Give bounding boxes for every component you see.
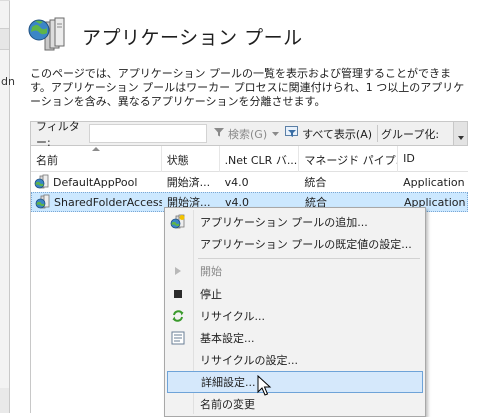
menu-item-label: 基本設定... (200, 332, 255, 345)
column-header-pipeline[interactable]: マネージド パイプ... (299, 146, 399, 172)
app-pool-icon (28, 16, 68, 56)
menu-item-label: アプリケーション プールの追加... (200, 216, 368, 229)
menu-item-label: 詳細設定... (201, 376, 256, 389)
overflow-arrow-icon (458, 136, 464, 140)
pool-status: 開始済... (166, 176, 211, 189)
dropdown-arrow-icon[interactable] (272, 127, 280, 140)
show-all-icon (285, 125, 300, 142)
menu-item-set-defaults[interactable]: アプリケーション プールの既定値の設定... (167, 233, 423, 255)
menu-item-label: リサイクルの設定... (200, 354, 298, 367)
sort-ascending-icon (92, 147, 100, 151)
pool-pipeline: 統合 (304, 176, 327, 189)
context-menu: アプリケーション プールの追加... アプリケーション プールの既定値の設定..… (164, 207, 426, 417)
menu-item-recycling-settings[interactable]: リサイクルの設定... (167, 349, 423, 371)
pool-clr-version: v4.0 (224, 175, 249, 189)
column-header-name[interactable]: 名前 (31, 146, 162, 172)
menu-item-label: 名前の変更 (200, 398, 255, 411)
play-icon (167, 260, 189, 282)
menu-item-stop[interactable]: 停止 (167, 283, 423, 305)
menu-item-start[interactable]: 開始 (167, 260, 423, 282)
page-title: アプリケーション プール (82, 26, 303, 49)
menu-item-recycle[interactable]: リサイクル... (167, 305, 423, 327)
page-description: このページでは、アプリケーション プールの一覧を表示および管理することができます… (30, 67, 465, 108)
menu-item-label: 停止 (200, 288, 222, 301)
menu-separator (198, 258, 420, 259)
recycle-icon (167, 305, 189, 327)
list-header: 名前 状態 .Net CLR バ... マネージド パイプ... ID (31, 146, 468, 172)
basic-settings-icon (167, 327, 189, 349)
left-panel-toolbar[interactable] (0, 28, 9, 50)
pool-identity: Application (403, 175, 465, 189)
filter-label: フィルター: (36, 119, 80, 149)
pool-name: DefaultAppPool (53, 175, 138, 189)
app-pool-icon (35, 194, 51, 210)
show-all-button[interactable]: すべて表示(A) (285, 125, 373, 142)
left-panel-top-line (0, 0, 10, 1)
menu-item-basic-settings[interactable]: 基本設定... (167, 327, 423, 349)
app-pool-icon (34, 174, 50, 190)
funnel-icon (213, 126, 225, 141)
add-pool-icon (167, 211, 189, 233)
pool-name: SharedFolderAccess (54, 195, 162, 209)
group-by-label[interactable]: グループ化: (381, 126, 439, 142)
search-button-label: 検索(G) (228, 127, 268, 141)
filter-toolbar: フィルター: 検索(G) すべて表示(A) グループ化: (30, 120, 468, 149)
column-header-clr-version[interactable]: .Net CLR バ... (220, 146, 300, 172)
left-panel-text-fragment: dn (1, 75, 15, 88)
column-header-identity[interactable]: ID (398, 146, 468, 172)
show-all-label: すべて表示(A) (302, 127, 373, 141)
mouse-cursor-icon (257, 374, 273, 397)
menu-item-label: アプリケーション プールの既定値の設定... (200, 238, 412, 251)
menu-item-label: 開始 (200, 265, 222, 278)
column-header-status[interactable]: 状態 (162, 146, 220, 172)
left-panel-scrollbar[interactable] (0, 388, 9, 413)
stop-icon (167, 283, 189, 305)
filter-input[interactable] (89, 124, 207, 143)
left-panel: dn (0, 0, 15, 413)
toolbar-overflow-button[interactable] (453, 122, 467, 145)
page-header: アプリケーション プール (28, 16, 303, 56)
search-button[interactable]: 検索(G) (213, 126, 280, 142)
toolbar-separator (377, 125, 379, 142)
menu-item-rename[interactable]: 名前の変更 (167, 393, 423, 415)
menu-item-label: リサイクル... (200, 310, 265, 323)
menu-item-add-app-pool[interactable]: アプリケーション プールの追加... (167, 211, 423, 233)
table-row[interactable]: DefaultAppPool 開始済... v4.0 統合 Applicatio… (31, 172, 468, 192)
menu-item-advanced-settings[interactable]: 詳細設定... (167, 371, 423, 393)
